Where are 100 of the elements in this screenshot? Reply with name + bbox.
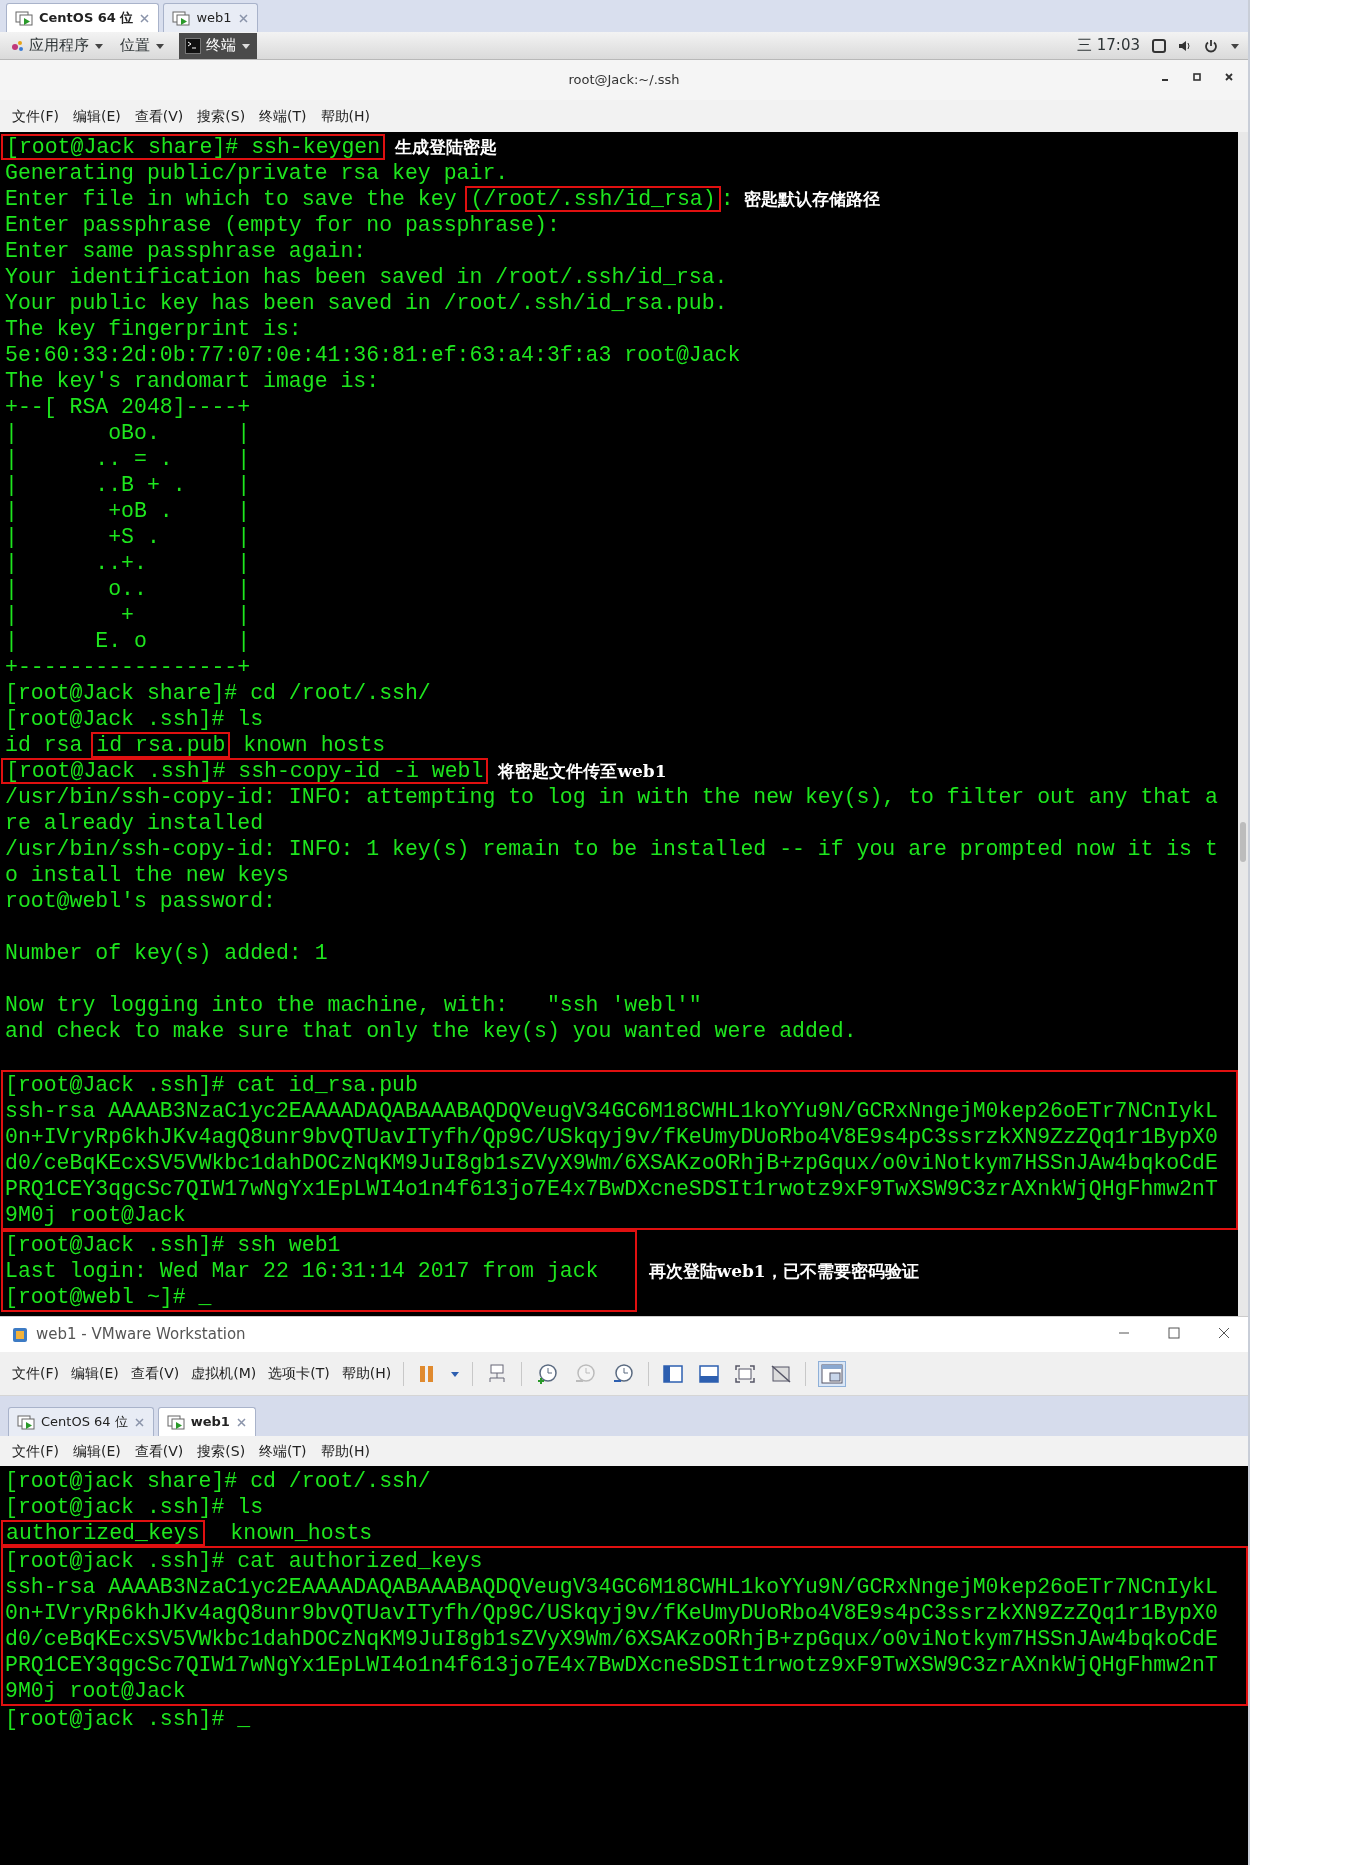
vm-tab[interactable]: CentOS 64 位 <box>8 1407 154 1436</box>
maximize-icon[interactable] <box>1192 72 1202 82</box>
vm-icon <box>17 1414 35 1430</box>
terminal-line: o install the new keys <box>5 862 290 888</box>
menu-item[interactable]: 搜索(S) <box>197 105 246 127</box>
scrollbar-thumb[interactable] <box>1240 822 1246 862</box>
volume-icon[interactable] <box>1178 38 1192 53</box>
menu-item[interactable]: 文件(F) <box>12 105 59 127</box>
terminal-text: known hosts <box>242 732 386 758</box>
terminal-line: ssh-rsa AAAAB3NzaC1yc2EAAAADAQABAAABAQDQVeugV34GC6M18CWHL1koYYu9N/GCRxNngejM0kep26oETr7NCnIykL <box>5 1574 1219 1600</box>
menu-item[interactable]: 查看(V) <box>134 1440 184 1462</box>
menu-item[interactable]: 终端(T) <box>259 105 307 127</box>
highlighted-text: authorized_keys <box>1 1520 205 1546</box>
terminal-line: 0n+IVryRp6khJKv4agQ8unr9bvQTUavITyfh/Qp9C/USkqyj9v/fKeUmyDUoRbo4V8E9s4pC3ssrzkXN9ZzZQq1r1BypX0 <box>5 1124 1219 1150</box>
annotation-note: 生成登陆密匙 <box>395 136 498 159</box>
terminal-line: | ..B + . | <box>5 472 252 498</box>
vm-tab[interactable]: web1 <box>157 1407 256 1436</box>
caret-icon[interactable] <box>450 1369 461 1378</box>
scrollbar[interactable] <box>1238 132 1248 1316</box>
terminal-line: | ..+. | <box>5 550 252 576</box>
terminal-line: Your identification has been saved in /root/.ssh/id_rsa. <box>5 264 729 290</box>
annotation-note: 再次登陆web1，已不需要密码验证 <box>648 1260 919 1283</box>
terminal-line: The key's randomart image is: <box>5 368 381 394</box>
foot-icon <box>10 38 24 53</box>
vm-icon <box>172 10 191 26</box>
terminal-line: [root@webl ~]# _ <box>5 1284 213 1310</box>
panel-menu[interactable]: 位置 <box>118 34 167 57</box>
terminal-line: Enter same passphrase again: <box>5 238 368 264</box>
clock-text: 三 17:03 <box>1077 35 1140 57</box>
menu-item[interactable]: 查看(V) <box>134 105 184 127</box>
terminal-line: [root@jack .ssh]# _ <box>5 1706 252 1732</box>
menu-item[interactable]: 搜索(S) <box>197 1440 246 1462</box>
highlighted-text: (/root/.ssh/id_rsa) <box>465 186 721 212</box>
menu-item[interactable]: 编辑(E) <box>73 105 121 127</box>
terminal-line: d0/ceBqKEcxSV5VWkbc1dahDOCzNqKM9JuI8gb1sZVyX9Wm/6XSAKzoORhjB+zpGqux/o0viNotkym7HSSnJAw4bqkoCdE <box>5 1626 1219 1652</box>
highlighted-text: [root@Jack .ssh]# ssh-copy-id -i webl <box>1 758 489 784</box>
terminal-line: Generating public/private rsa key pair. <box>5 160 510 186</box>
vm-tab[interactable]: web1 <box>163 3 258 32</box>
caret-icon[interactable] <box>1230 41 1240 50</box>
menu-item[interactable]: 选项卡(T) <box>268 1363 330 1384</box>
terminal-line: | .. = . | <box>5 446 252 472</box>
terminal-line: | E. o | <box>5 628 252 654</box>
terminal-line: [root@Jack .ssh]# cat id_rsa.pub <box>5 1072 419 1098</box>
annotation-note: 密匙默认存储路径 <box>743 188 880 211</box>
fullscreen-button[interactable] <box>733 1362 758 1385</box>
terminal-line: | oBo. | <box>5 420 252 446</box>
terminal-line: 9M0j root@Jack <box>5 1678 187 1704</box>
app-icon <box>12 1326 28 1343</box>
vm-tab[interactable]: CentOS 64 位 <box>6 3 160 32</box>
terminal-line: Enter passphrase (empty for no passphrase): <box>5 212 561 238</box>
terminal-text: : <box>720 186 734 212</box>
terminal-line: | +S . | <box>5 524 252 550</box>
panel-menu[interactable]: 应用程序 <box>8 34 106 57</box>
menu-item[interactable]: 编辑(E) <box>73 1440 121 1462</box>
close-icon[interactable] <box>1218 1327 1230 1339</box>
menu-item[interactable]: 帮助(H) <box>320 1440 371 1462</box>
terminal-line: | + | <box>5 602 252 628</box>
terminal-line: | o.. | <box>5 576 252 602</box>
terminal-text: known_hosts <box>229 1520 373 1546</box>
menu-item[interactable]: 文件(F) <box>12 1440 59 1462</box>
terminal-line: [root@jack .ssh]# cat authorized_keys <box>5 1548 484 1574</box>
annotation-note: 将密匙文件传至web1 <box>498 760 667 783</box>
menu-item[interactable]: 帮助(H) <box>320 105 371 127</box>
vm-icon <box>15 10 33 26</box>
window-icon[interactable] <box>1152 38 1166 53</box>
menu-item[interactable]: 文件(F) <box>12 1363 59 1384</box>
terminal-line: Your public key has been saved in /root/.ssh/id_rsa.pub. <box>5 290 729 316</box>
terminal-line: d0/ceBqKEcxSV5VWkbc1dahDOCzNqKM9JuI8gb1sZVyX9Wm/6XSAKzoORhjB+zpGqux/o0viNotkym7HSSnJAw4bqkoCdE <box>5 1150 1219 1176</box>
menu-item[interactable]: 查看(V) <box>130 1363 180 1384</box>
highlighted-text: [root@Jack share]# ssh-keygen <box>1 134 386 160</box>
terminal-line: [root@Jack share]# cd /root/.ssh/ <box>5 680 432 706</box>
terminal-line: 5e:60:33:2d:0b:77:07:0e:41:36:81:ef:63:a4:3f:a3 root@Jack <box>5 342 742 368</box>
menu-item[interactable]: 虚拟机(M) <box>191 1363 257 1384</box>
terminal-line: The key fingerprint is: <box>5 316 303 342</box>
terminal-line: [root@jack share]# cd /root/.ssh/ <box>5 1468 432 1494</box>
terminal-text: id rsa <box>5 732 84 758</box>
vm-icon <box>166 1414 185 1430</box>
terminal-line: Now try logging into the machine, with: "ssh 'webl'" <box>5 992 703 1018</box>
terminal-line: root@webl's password: <box>5 888 277 914</box>
close-icon[interactable] <box>1224 72 1234 82</box>
tab-view-button[interactable] <box>818 1360 847 1387</box>
window-title: web1 - VMware Workstation <box>36 1324 246 1346</box>
caret-icon <box>94 41 104 50</box>
terminal-line: 9M0j root@Jack <box>5 1202 187 1228</box>
terminal-line: [root@jack .ssh]# ls <box>5 1494 265 1520</box>
terminal-line: ssh-rsa AAAAB3NzaC1yc2EAAAADAQABAAABAQDQVeugV34GC6M18CWHL1koYYu9N/GCRxNngejM0kep26oETr7NCnIykL <box>5 1098 1219 1124</box>
menu-item[interactable]: 终端(T) <box>259 1440 307 1462</box>
terminal-line: Number of key(s) added: 1 <box>5 940 329 966</box>
sidebar-view-button[interactable] <box>661 1362 686 1385</box>
terminal-line: /usr/bin/ssh-copy-id: INFO: 1 key(s) remain to be installed -- if you are prompted now it is t <box>5 836 1219 862</box>
terminal-line: [root@Jack .ssh]# ssh web1 <box>5 1232 342 1258</box>
terminal-line: PRQ1CEY3qgcSc7QIW17wNgYx1EpLWI4o1n4f613jo7E4x7BwDXcneSDSIt1rwotz9xF9TwXSW9C3zrAXnkWjQHgFhmw2nT <box>5 1176 1219 1202</box>
menu-item[interactable]: 编辑(E) <box>71 1363 119 1384</box>
terminal-line: /usr/bin/ssh-copy-id: INFO: attempting to log in with the new key(s), to filter out any that a <box>5 784 1219 810</box>
terminal-line: +--[ RSA 2048]----+ <box>5 394 252 420</box>
console-view-button[interactable] <box>697 1362 722 1385</box>
power-icon[interactable] <box>1204 38 1218 53</box>
menu-item[interactable]: 帮助(H) <box>341 1363 392 1384</box>
panel-app-menu[interactable]: 终端 <box>179 32 257 59</box>
terminal-line: | +oB . | <box>5 498 252 524</box>
